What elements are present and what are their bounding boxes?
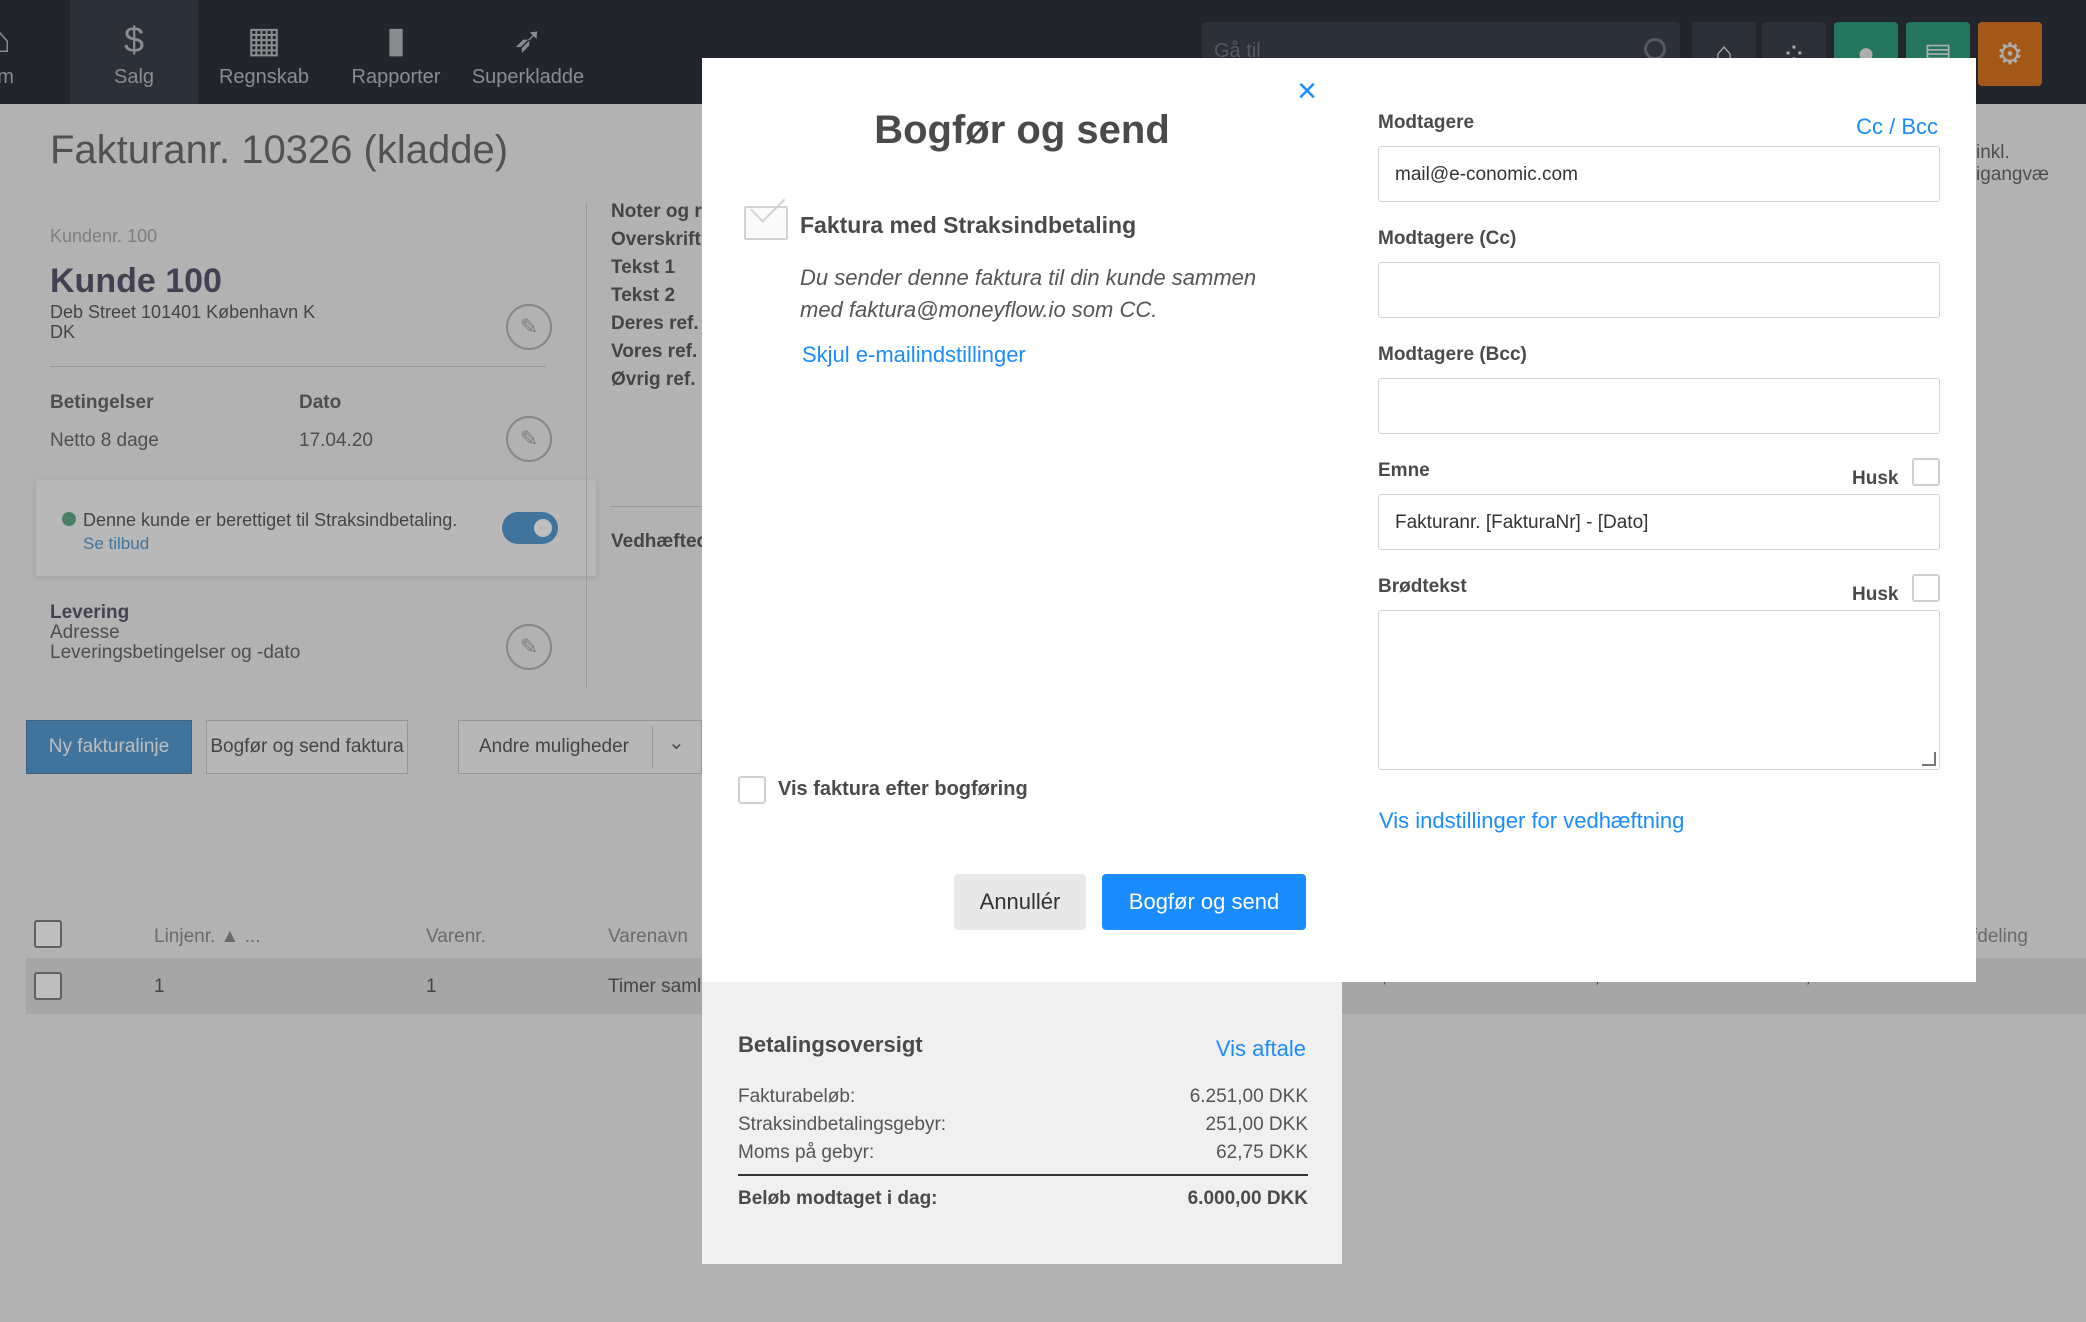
payment-total-label: Beløb modtaget i dag: (738, 1188, 938, 1209)
cc-bcc-link[interactable]: Cc / Bcc (1856, 114, 1938, 140)
body-label: Brødtekst (1378, 576, 1467, 597)
payment-row-label: Fakturabeløb: (738, 1086, 856, 1107)
payment-row-value: 251,00 DKK (1205, 1114, 1308, 1135)
subject-label: Emne (1378, 460, 1430, 481)
post-and-send-button[interactable]: Bogfør og send (1102, 874, 1306, 930)
remember-subject-label: Husk (1852, 468, 1899, 489)
cancel-button[interactable]: Annullér (954, 874, 1086, 930)
remember-body-label: Husk (1852, 584, 1899, 605)
modal-main-panel (702, 58, 1342, 982)
recipients-input[interactable]: mail@e-conomic.com (1378, 146, 1940, 202)
total-divider (738, 1174, 1308, 1176)
show-invoice-checkbox[interactable] (738, 776, 766, 804)
bcc-input[interactable] (1378, 378, 1940, 434)
attachment-settings-link[interactable]: Vis indstillinger for vedhæftning (1379, 808, 1684, 834)
payment-row-value: 62,75 DKK (1216, 1142, 1308, 1163)
remember-subject-checkbox[interactable] (1912, 458, 1940, 486)
bcc-label: Modtagere (Bcc) (1378, 344, 1527, 365)
modal-title: Bogfør og send (874, 108, 1170, 152)
payment-total-value: 6.000,00 DKK (1187, 1188, 1308, 1209)
body-textarea[interactable] (1378, 610, 1940, 770)
recipients-label: Modtagere (1378, 112, 1475, 133)
show-agreement-link[interactable]: Vis aftale (1216, 1036, 1306, 1062)
show-invoice-label: Vis faktura efter bogføring (778, 778, 1028, 800)
close-icon[interactable]: × (1294, 74, 1320, 108)
payment-row-label: Moms på gebyr: (738, 1142, 875, 1163)
remember-body-checkbox[interactable] (1912, 574, 1940, 602)
envelope-icon (744, 206, 788, 240)
cc-input[interactable] (1378, 262, 1940, 318)
modal-subtitle: Faktura med Straksindbetaling (800, 212, 1137, 238)
hide-email-settings-link[interactable]: Skjul e-mailindstillinger (802, 342, 1026, 368)
modal-description: Du sender denne faktura til din kunde sa… (800, 265, 1257, 322)
payment-row-label: Straksindbetalingsgebyr: (738, 1114, 947, 1135)
cc-label: Modtagere (Cc) (1378, 228, 1517, 249)
payment-overview-title: Betalingsoversigt (738, 1032, 923, 1057)
payment-row-value: 6.251,00 DKK (1189, 1086, 1308, 1107)
subject-input[interactable]: Fakturanr. [FakturaNr] - [Dato] (1378, 494, 1940, 550)
